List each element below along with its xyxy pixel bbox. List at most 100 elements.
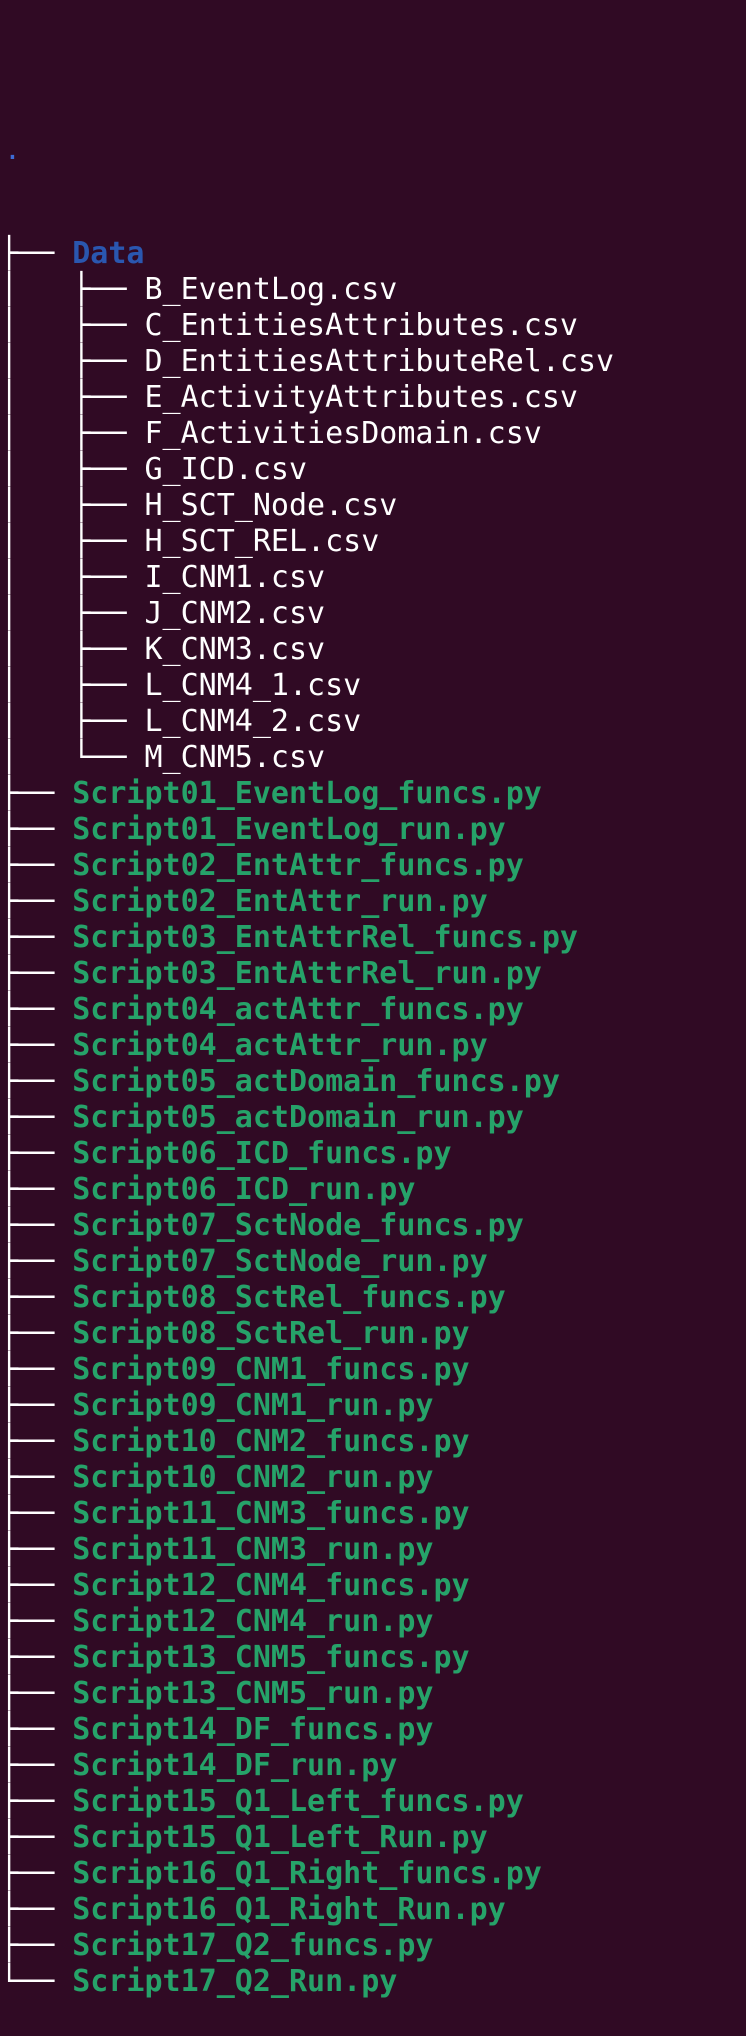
tree-file-script-label[interactable]: Script01_EventLog_funcs.py — [72, 776, 542, 811]
tree-file-script-label[interactable]: Script15_Q1_Left_funcs.py — [72, 1784, 524, 1819]
tree-file-csv: │ ├── C_EntitiesAttributes.csv — [0, 308, 746, 344]
tree-file-csv-label[interactable]: D_EntitiesAttributeRel.csv — [145, 344, 615, 379]
tree-file-script-label[interactable]: Script16_Q1_Right_Run.py — [72, 1892, 505, 1927]
tree-file-script: ├── Script12_CNM4_funcs.py — [0, 1568, 746, 1604]
tree-file-script: └── Script17_Q2_Run.py — [0, 1964, 746, 2000]
tree-file-csv: │ ├── E_ActivityAttributes.csv — [0, 380, 746, 416]
tree-connector: ├── — [0, 1676, 73, 1711]
tree-file-csv-label[interactable]: L_CNM4_1.csv — [145, 668, 362, 703]
tree-file-csv: │ ├── J_CNM2.csv — [0, 596, 746, 632]
tree-connector: │ ├── — [0, 452, 145, 487]
tree-file-script-label[interactable]: Script06_ICD_funcs.py — [72, 1136, 451, 1171]
tree-file-script-label[interactable]: Script05_actDomain_run.py — [72, 1100, 524, 1135]
tree-file-csv: │ └── M_CNM5.csv — [0, 740, 746, 776]
tree-file-script: ├── Script10_CNM2_funcs.py — [0, 1424, 746, 1460]
tree-connector: ├── — [0, 1784, 73, 1819]
tree-file-csv-label[interactable]: H_SCT_REL.csv — [145, 524, 380, 559]
tree-connector: ├── — [0, 1820, 73, 1855]
tree-file-script-label[interactable]: Script14_DF_run.py — [72, 1748, 397, 1783]
tree-file-script: ├── Script01_EventLog_run.py — [0, 812, 746, 848]
tree-file-script-label[interactable]: Script02_EntAttr_run.py — [72, 884, 487, 919]
tree-file-script-label[interactable]: Script17_Q2_funcs.py — [72, 1928, 433, 1963]
tree-file-csv: │ ├── L_CNM4_1.csv — [0, 668, 746, 704]
tree-connector: ├── — [0, 1604, 73, 1639]
tree-file-csv: │ ├── K_CNM3.csv — [0, 632, 746, 668]
tree-file-csv-label[interactable]: C_EntitiesAttributes.csv — [145, 308, 578, 343]
tree-connector: ├── — [0, 1568, 73, 1603]
tree-file-script: ├── Script16_Q1_Right_funcs.py — [0, 1856, 746, 1892]
tree-file-csv-label[interactable]: K_CNM3.csv — [145, 632, 326, 667]
tree-file-csv-label[interactable]: M_CNM5.csv — [145, 740, 326, 775]
tree-file-script: ├── Script08_SctRel_funcs.py — [0, 1280, 746, 1316]
tree-file-script-label[interactable]: Script10_CNM2_run.py — [72, 1460, 433, 1495]
tree-connector: │ ├── — [0, 344, 145, 379]
tree-file-script-label[interactable]: Script05_actDomain_funcs.py — [72, 1064, 560, 1099]
tree-file-script: ├── Script06_ICD_run.py — [0, 1172, 746, 1208]
tree-file-script-label[interactable]: Script16_Q1_Right_funcs.py — [72, 1856, 542, 1891]
tree-file-script-label[interactable]: Script02_EntAttr_funcs.py — [72, 848, 524, 883]
tree-file-csv-label[interactable]: J_CNM2.csv — [145, 596, 326, 631]
tree-file-script-label[interactable]: Script11_CNM3_funcs.py — [72, 1496, 469, 1531]
tree-file-csv-label[interactable]: H_SCT_Node.csv — [145, 488, 398, 523]
tree-file-script: ├── Script09_CNM1_funcs.py — [0, 1352, 746, 1388]
tree-file-csv-label[interactable]: E_ActivityAttributes.csv — [145, 380, 578, 415]
tree-file-script-label[interactable]: Script03_EntAttrRel_funcs.py — [72, 920, 578, 955]
tree-file-script: ├── Script08_SctRel_run.py — [0, 1316, 746, 1352]
tree-file-script-label[interactable]: Script14_DF_funcs.py — [72, 1712, 433, 1747]
tree-file-script-label[interactable]: Script12_CNM4_run.py — [72, 1604, 433, 1639]
tree-file-script: ├── Script05_actDomain_funcs.py — [0, 1064, 746, 1100]
tree-file-script: ├── Script17_Q2_funcs.py — [0, 1928, 746, 1964]
tree-file-csv-label[interactable]: G_ICD.csv — [145, 452, 308, 487]
tree-file-script: ├── Script02_EntAttr_run.py — [0, 884, 746, 920]
tree-file-csv-label[interactable]: L_CNM4_2.csv — [145, 704, 362, 739]
directory-tree: . ├── Data │ ├── B_EventLog.csv │ ├── C_En… — [0, 72, 746, 2000]
tree-connector: ├── — [0, 1460, 73, 1495]
tree-file-script-label[interactable]: Script01_EventLog_run.py — [72, 812, 505, 847]
tree-file-script: ├── Script06_ICD_funcs.py — [0, 1136, 746, 1172]
tree-dir-data-label[interactable]: Data — [72, 236, 144, 271]
tree-file-script: ├── Script07_SctNode_funcs.py — [0, 1208, 746, 1244]
tree-file-script-label[interactable]: Script08_SctRel_funcs.py — [72, 1280, 505, 1315]
tree-file-script: ├── Script09_CNM1_run.py — [0, 1388, 746, 1424]
tree-file-script-label[interactable]: Script13_CNM5_run.py — [72, 1676, 433, 1711]
tree-file-csv: │ ├── F_ActivitiesDomain.csv — [0, 416, 746, 452]
tree-file-script-label[interactable]: Script15_Q1_Left_Run.py — [72, 1820, 487, 1855]
tree-file-script-label[interactable]: Script11_CNM3_run.py — [72, 1532, 433, 1567]
tree-connector: ├── — [0, 1244, 73, 1279]
tree-file-script-label[interactable]: Script12_CNM4_funcs.py — [72, 1568, 469, 1603]
tree-file-script: ├── Script11_CNM3_run.py — [0, 1532, 746, 1568]
tree-connector: │ ├── — [0, 524, 145, 559]
tree-file-csv-label[interactable]: B_EventLog.csv — [145, 272, 398, 307]
tree-file-script-label[interactable]: Script10_CNM2_funcs.py — [72, 1424, 469, 1459]
tree-connector: ├── — [0, 776, 73, 811]
tree-file-script: ├── Script15_Q1_Left_Run.py — [0, 1820, 746, 1856]
tree-file-csv: │ ├── B_EventLog.csv — [0, 272, 746, 308]
tree-file-script-label[interactable]: Script17_Q2_Run.py — [72, 1964, 397, 1999]
tree-connector: ├── — [0, 1856, 73, 1891]
tree-file-script-label[interactable]: Script06_ICD_run.py — [72, 1172, 415, 1207]
tree-connector: ├── — [0, 1388, 73, 1423]
tree-connector: │ ├── — [0, 272, 145, 307]
tree-connector: ├── — [0, 1064, 73, 1099]
tree-connector: │ ├── — [0, 596, 145, 631]
tree-file-csv: │ ├── G_ICD.csv — [0, 452, 746, 488]
tree-file-script-label[interactable]: Script04_actAttr_run.py — [72, 1028, 487, 1063]
tree-connector: │ ├── — [0, 560, 145, 595]
tree-connector: ├── — [0, 1748, 73, 1783]
tree-file-script-label[interactable]: Script08_SctRel_run.py — [72, 1316, 469, 1351]
tree-file-csv-label[interactable]: I_CNM1.csv — [145, 560, 326, 595]
tree-file-script-label[interactable]: Script09_CNM1_run.py — [72, 1388, 433, 1423]
tree-file-script-label[interactable]: Script07_SctNode_run.py — [72, 1244, 487, 1279]
tree-connector: ├── — [0, 1892, 73, 1927]
tree-connector: └── — [0, 1964, 73, 1999]
tree-file-csv: │ ├── H_SCT_Node.csv — [0, 488, 746, 524]
tree-file-script: ├── Script16_Q1_Right_Run.py — [0, 1892, 746, 1928]
tree-file-script-label[interactable]: Script03_EntAttrRel_run.py — [72, 956, 542, 991]
tree-file-script-label[interactable]: Script13_CNM5_funcs.py — [72, 1640, 469, 1675]
tree-file-script-label[interactable]: Script04_actAttr_funcs.py — [72, 992, 524, 1027]
tree-file-csv-label[interactable]: F_ActivitiesDomain.csv — [145, 416, 542, 451]
tree-file-csv: │ ├── D_EntitiesAttributeRel.csv — [0, 344, 746, 380]
tree-file-script-label[interactable]: Script07_SctNode_funcs.py — [72, 1208, 524, 1243]
tree-connector: ├── — [0, 1928, 73, 1963]
tree-file-script-label[interactable]: Script09_CNM1_funcs.py — [72, 1352, 469, 1387]
